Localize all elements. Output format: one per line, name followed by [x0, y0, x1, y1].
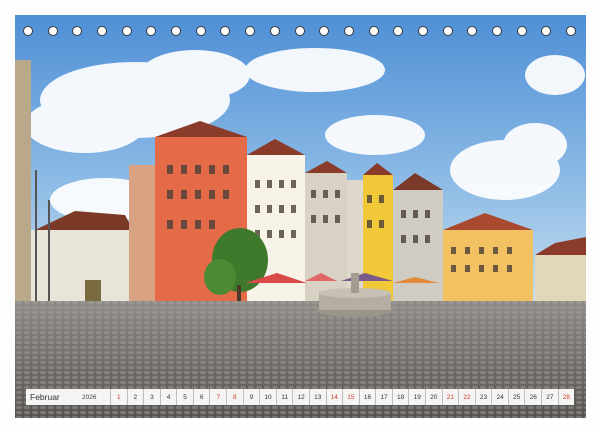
day-cell: 12 [292, 389, 309, 405]
binding-ring [516, 26, 527, 36]
binding-ring [146, 26, 157, 36]
day-cell: 25 [507, 389, 525, 405]
binding-ring [171, 26, 182, 36]
binding-ring [368, 26, 379, 36]
day-cell: 26 [524, 389, 541, 405]
binding-ring [319, 26, 330, 36]
day-cell: 19 [408, 389, 425, 405]
day-cell: 17 [375, 389, 392, 405]
binding-ring [245, 26, 256, 36]
day-cells: 1 2 3 4 5 6 7 8 9 10 11 12 13 14 15 16 17 18 19 20 21 22 23 24 2… [110, 389, 574, 405]
day-cell: 11 [275, 389, 293, 405]
town-square-photo [15, 15, 586, 418]
day-cell: 10 [259, 389, 276, 405]
day-cell: 22 [458, 389, 475, 405]
calendar-strip: Februar 2026 1 2 3 4 5 6 7 8 9 10 11 12 13 14 15 16 17 18… [26, 389, 574, 405]
binding-ring [442, 26, 453, 36]
day-cell: 9 [242, 389, 260, 405]
day-cell: 14 [325, 389, 343, 405]
binding-ring [294, 26, 305, 36]
day-cell: 8 [226, 389, 243, 405]
binding-ring [541, 26, 552, 36]
binding-ring [343, 26, 354, 36]
day-cell: 5 [176, 389, 193, 405]
binding-ring [491, 26, 502, 36]
binding-ring [23, 26, 33, 36]
day-cell: 16 [358, 389, 376, 405]
day-cell: 1 [110, 389, 127, 405]
binding-ring [72, 26, 83, 36]
day-cell: 24 [491, 389, 508, 405]
binding-ring [97, 26, 108, 36]
binding-ring [417, 26, 428, 36]
day-cell: 7 [209, 389, 226, 405]
binding-ring [393, 26, 404, 36]
binding-ring [566, 26, 576, 36]
calendar-page: Februar 2026 1 2 3 4 5 6 7 8 9 10 11 12 13 14 15 16 17 18… [0, 0, 600, 431]
day-cell: 28 [557, 389, 575, 405]
month-label: Februar [30, 392, 60, 402]
day-cell: 21 [441, 389, 459, 405]
year-label: 2026 [82, 393, 97, 401]
day-cell: 18 [391, 389, 409, 405]
spiral-binding [0, 20, 600, 44]
binding-ring [121, 26, 132, 36]
day-cell: 6 [192, 389, 210, 405]
binding-ring [220, 26, 231, 36]
day-cell: 20 [424, 389, 442, 405]
binding-ring [269, 26, 280, 36]
binding-ring [195, 26, 206, 36]
day-cell: 2 [126, 389, 144, 405]
day-cell: 23 [474, 389, 492, 405]
binding-ring [467, 26, 478, 36]
day-cell: 4 [159, 389, 177, 405]
day-cell: 3 [143, 389, 160, 405]
day-cell: 13 [308, 389, 326, 405]
binding-ring [47, 26, 58, 36]
day-cell: 27 [541, 389, 558, 405]
day-cell: 15 [342, 389, 359, 405]
